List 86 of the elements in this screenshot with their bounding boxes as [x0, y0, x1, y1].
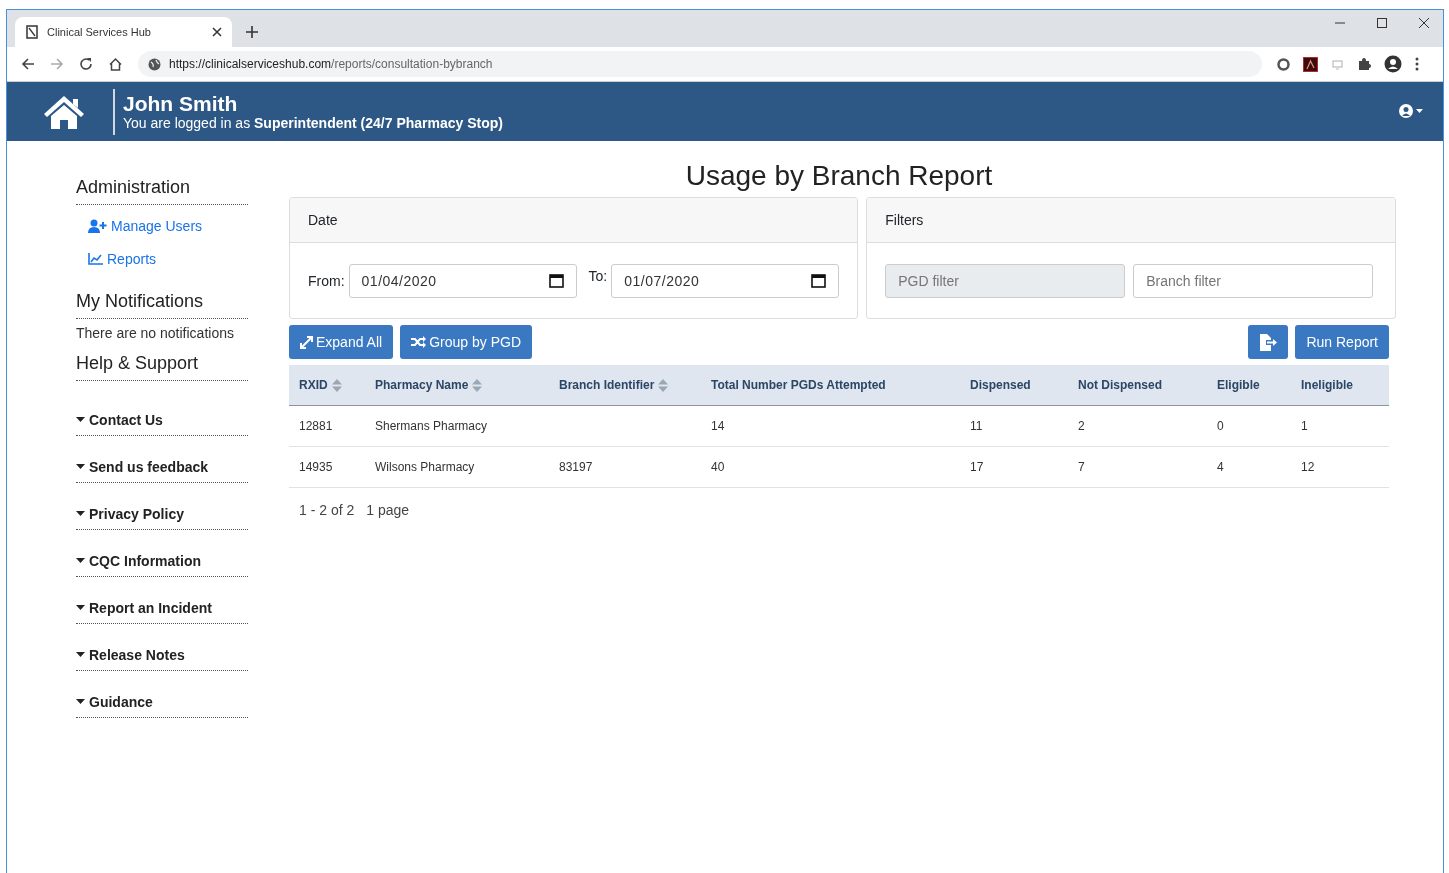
column-header[interactable]: Eligible [1207, 365, 1291, 406]
help-item[interactable]: Send us feedback [76, 452, 248, 483]
caret-icon [76, 464, 85, 470]
column-header[interactable]: Dispensed [960, 365, 1068, 406]
table-cell: 40 [711, 460, 725, 474]
notification-text: There are no notifications [76, 325, 235, 341]
more-icon[interactable] [1415, 57, 1419, 71]
browser-tab[interactable]: Clinical Services Hub [15, 17, 232, 47]
account-icon[interactable] [1384, 55, 1402, 73]
close-icon[interactable] [1419, 18, 1429, 28]
new-tab-icon[interactable] [246, 26, 258, 38]
column-header[interactable]: Not Dispensed [1068, 365, 1207, 406]
column-header[interactable]: Pharmacy Name [365, 365, 549, 406]
reload-icon[interactable] [79, 57, 93, 71]
column-header[interactable]: Branch Identifier [549, 365, 701, 406]
expand-all-button[interactable]: Expand All [289, 325, 394, 359]
user-icon [1399, 104, 1423, 118]
table-cell: 14 [711, 419, 725, 433]
expand-icon [300, 335, 313, 349]
circle-icon[interactable] [1277, 57, 1290, 71]
page-title: Usage by Branch Report [684, 163, 994, 189]
puzzle-icon[interactable] [1357, 57, 1371, 71]
login-text: You are logged in as Superintendent (24/7 Pharmacy Stop) [123, 115, 503, 132]
sidebar-link[interactable]: Reports [88, 247, 248, 271]
table-cell: 2 [1078, 419, 1085, 433]
chart-icon [88, 253, 103, 265]
user-name: John Smith [123, 91, 239, 116]
help-item[interactable]: Release Notes [76, 640, 248, 671]
pagination-range: 1 - 2 of 2 [299, 502, 355, 518]
table-cell: 14935 [299, 460, 333, 474]
user-menu-button[interactable] [1399, 104, 1423, 118]
sidebar-link[interactable]: Manage Users [88, 214, 248, 238]
section-title: Administration [76, 177, 248, 205]
column-header[interactable]: Total Number PGDs Attempted [701, 365, 960, 406]
section-title: Help & Support [76, 353, 248, 381]
column-header[interactable]: RXID [289, 365, 365, 406]
maximize-icon[interactable] [1377, 18, 1387, 28]
caret-icon [76, 605, 85, 611]
caret-icon [76, 558, 85, 564]
caret-icon [76, 699, 85, 705]
close-icon[interactable] [212, 27, 222, 37]
run-report-button[interactable]: Run Report [1295, 325, 1389, 359]
table-cell: 12 [1301, 460, 1315, 474]
home-icon[interactable] [108, 56, 123, 72]
help-item[interactable]: Privacy Policy [76, 499, 248, 530]
globe-icon [148, 57, 161, 71]
field-label: From: [308, 272, 345, 289]
date-field[interactable]: 01/07/2020 [611, 263, 840, 298]
table-cell: 1 [1301, 419, 1308, 433]
caret-icon [76, 417, 85, 423]
help-item[interactable]: Report an Incident [76, 593, 248, 624]
tab-title: Clinical Services Hub [47, 26, 152, 38]
table-cell: Wilsons Pharmacy [375, 460, 475, 474]
shuffle-icon [411, 336, 427, 348]
table-cell: 12881 [299, 419, 333, 433]
table-cell: 7 [1078, 460, 1085, 474]
address-bar[interactable]: https://clinicalserviceshub.com/reports/consultation-bybranch [138, 51, 1262, 77]
column-header[interactable]: Ineligible [1291, 365, 1389, 406]
field-label: To: [588, 268, 608, 284]
calendar-icon[interactable] [548, 273, 564, 288]
help-item[interactable]: Guidance [76, 687, 248, 718]
panel-title: Filters [885, 212, 924, 228]
user-add-icon [88, 219, 107, 233]
document-icon [25, 25, 39, 39]
panel-title: Date [308, 212, 338, 228]
table-cell: 0 [1217, 419, 1224, 433]
table-cell: Shermans Pharmacy [375, 419, 488, 433]
table-cell: 17 [970, 460, 984, 474]
table-cell: 4 [1217, 460, 1224, 474]
table-cell: 11 [970, 419, 983, 433]
section-title: My Notifications [76, 291, 248, 319]
pagination-pages: 1 page [366, 502, 410, 518]
export-button[interactable] [1248, 325, 1289, 359]
date-field[interactable]: 01/04/2020 [348, 263, 577, 298]
group-by-button[interactable]: Group by PGD [400, 325, 532, 359]
calendar-icon[interactable] [811, 273, 827, 288]
help-item[interactable]: Contact Us [76, 405, 248, 436]
back-icon[interactable] [21, 57, 35, 71]
export-icon [1259, 333, 1278, 351]
table-cell: 83197 [559, 460, 593, 474]
caret-icon [76, 511, 85, 517]
filter-field[interactable]: Branch filter [1133, 263, 1374, 298]
caret-icon [76, 652, 85, 658]
home-icon[interactable] [43, 93, 85, 130]
pdf-icon[interactable] [1303, 56, 1318, 72]
help-item[interactable]: CQC Information [76, 546, 248, 577]
